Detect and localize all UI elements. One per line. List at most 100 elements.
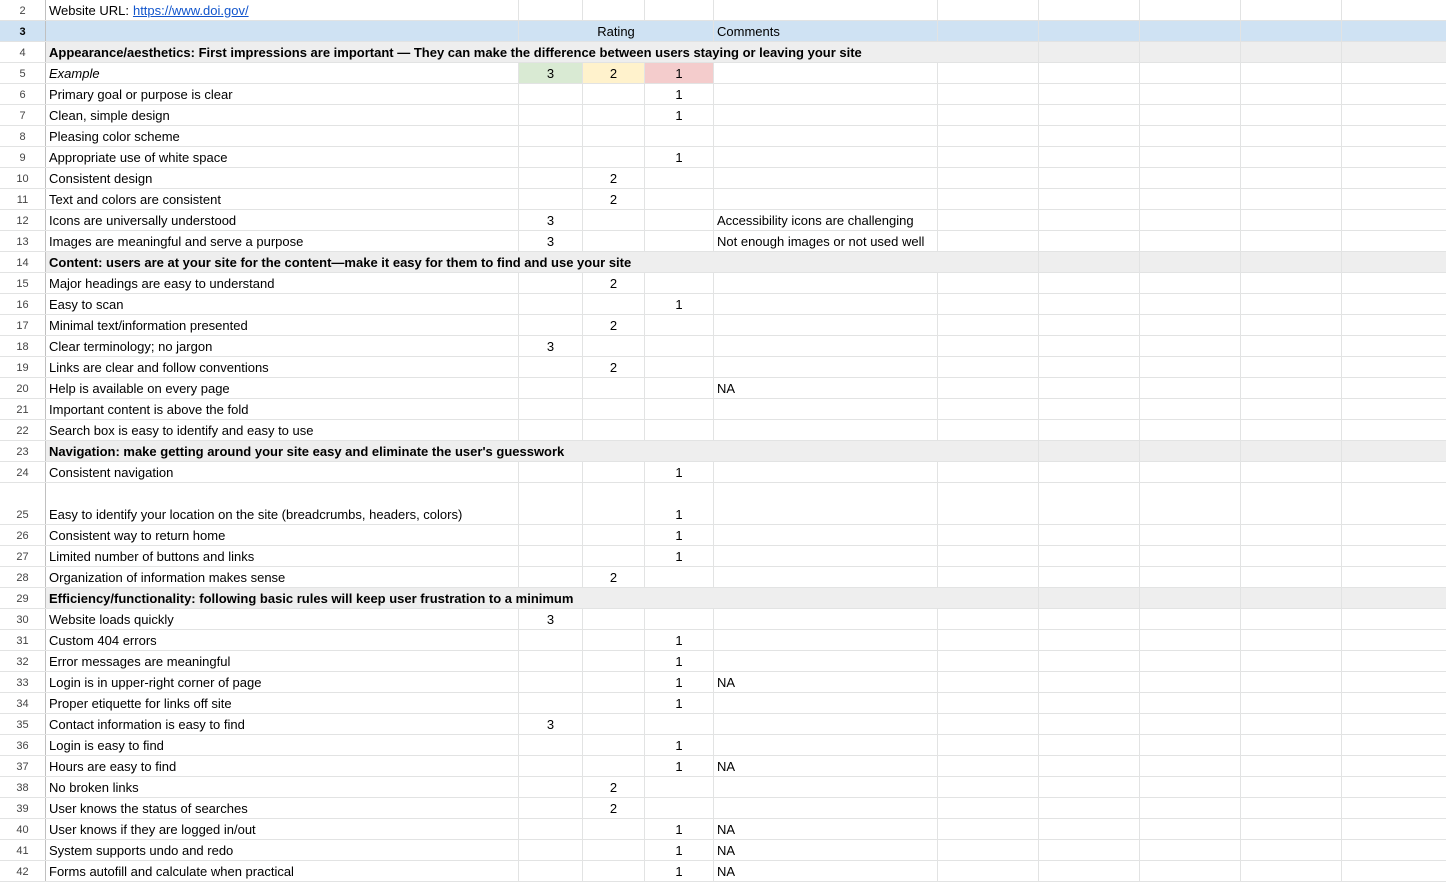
row-number[interactable]: 39 <box>0 798 46 818</box>
rating-2-cell[interactable] <box>583 630 645 650</box>
comment-cell[interactable] <box>714 105 938 125</box>
cell[interactable] <box>519 42 583 62</box>
criterion-label[interactable]: Images are meaningful and serve a purpos… <box>46 231 519 251</box>
row-number[interactable]: 33 <box>0 672 46 692</box>
cell[interactable] <box>714 42 938 62</box>
rating-3-cell[interactable] <box>519 378 583 398</box>
cell[interactable] <box>1140 336 1241 356</box>
cell[interactable] <box>1039 84 1140 104</box>
cell[interactable] <box>583 252 645 272</box>
rating-3-cell[interactable]: 3 <box>519 714 583 734</box>
criterion-label[interactable]: Clear terminology; no jargon <box>46 336 519 356</box>
cell[interactable] <box>519 0 583 20</box>
cell[interactable] <box>938 819 1039 839</box>
rating-2-cell[interactable]: 2 <box>583 315 645 335</box>
cell[interactable] <box>1342 525 1446 545</box>
cell[interactable] <box>1241 189 1342 209</box>
rating-2-cell[interactable]: 2 <box>583 777 645 797</box>
rating-1-cell[interactable]: 1 <box>645 105 714 125</box>
cell[interactable] <box>938 861 1039 881</box>
row-number[interactable]: 11 <box>0 189 46 209</box>
cell[interactable] <box>1342 189 1446 209</box>
cell[interactable] <box>1342 651 1446 671</box>
comment-cell[interactable] <box>714 567 938 587</box>
criterion-label[interactable]: Website loads quickly <box>46 609 519 629</box>
cell[interactable] <box>1241 441 1342 461</box>
rating-1-cell[interactable]: 1 <box>645 651 714 671</box>
cell[interactable] <box>645 0 714 20</box>
cell[interactable] <box>1342 777 1446 797</box>
comment-cell[interactable] <box>714 84 938 104</box>
cell[interactable] <box>1140 378 1241 398</box>
rating-3-cell[interactable] <box>519 819 583 839</box>
cell[interactable] <box>1342 105 1446 125</box>
cell[interactable] <box>1342 273 1446 293</box>
row-number[interactable]: 28 <box>0 567 46 587</box>
rating-1-cell[interactable] <box>645 714 714 734</box>
cell[interactable] <box>1140 357 1241 377</box>
cell[interactable] <box>1039 756 1140 776</box>
rating-1-cell[interactable]: 1 <box>645 819 714 839</box>
cell[interactable] <box>1342 609 1446 629</box>
rating-1-cell[interactable]: 1 <box>645 462 714 482</box>
cell[interactable] <box>938 777 1039 797</box>
row-number[interactable]: 6 <box>0 84 46 104</box>
cell[interactable] <box>1241 336 1342 356</box>
cell[interactable] <box>1140 546 1241 566</box>
cell[interactable] <box>938 441 1039 461</box>
comment-cell[interactable] <box>714 294 938 314</box>
cell[interactable] <box>938 399 1039 419</box>
cell[interactable] <box>1140 420 1241 440</box>
rating-3-cell[interactable] <box>519 777 583 797</box>
cell[interactable] <box>1140 126 1241 146</box>
cell[interactable] <box>1140 105 1241 125</box>
rating-2-cell[interactable] <box>583 609 645 629</box>
cell[interactable] <box>1342 168 1446 188</box>
cell[interactable] <box>1342 462 1446 482</box>
section-title[interactable]: Navigation: make getting around your sit… <box>46 441 564 461</box>
cell[interactable] <box>1039 441 1140 461</box>
cell[interactable] <box>1039 588 1140 608</box>
cell[interactable] <box>1241 294 1342 314</box>
rating-3-cell[interactable] <box>519 357 583 377</box>
rating-3-cell[interactable] <box>519 399 583 419</box>
criterion-label[interactable]: Clean, simple design <box>46 105 519 125</box>
cell[interactable] <box>1140 777 1241 797</box>
cell[interactable] <box>1241 63 1342 83</box>
cell[interactable] <box>1140 651 1241 671</box>
rating-3-cell[interactable] <box>519 756 583 776</box>
criterion-label[interactable]: Login is in upper-right corner of page <box>46 672 519 692</box>
cell[interactable] <box>938 168 1039 188</box>
cell[interactable] <box>1342 210 1446 230</box>
rating-3-cell[interactable]: 3 <box>519 63 583 83</box>
cell[interactable] <box>938 189 1039 209</box>
row-number[interactable]: 36 <box>0 735 46 755</box>
comment-cell[interactable]: NA <box>714 378 938 398</box>
criterion-label[interactable]: Custom 404 errors <box>46 630 519 650</box>
row-number[interactable]: 14 <box>0 252 46 272</box>
comment-cell[interactable] <box>714 735 938 755</box>
cell[interactable] <box>46 21 519 41</box>
cell[interactable] <box>938 630 1039 650</box>
comment-cell[interactable] <box>714 462 938 482</box>
rating-2-cell[interactable] <box>583 231 645 251</box>
cell[interactable] <box>1140 735 1241 755</box>
cell[interactable] <box>1342 63 1446 83</box>
criterion-label[interactable]: Text and colors are consistent <box>46 189 519 209</box>
cell[interactable] <box>938 567 1039 587</box>
cell[interactable] <box>1241 420 1342 440</box>
rating-1-cell[interactable] <box>645 567 714 587</box>
cell[interactable] <box>1241 630 1342 650</box>
row-number[interactable]: 16 <box>0 294 46 314</box>
cell[interactable] <box>1342 420 1446 440</box>
row-number[interactable]: 26 <box>0 525 46 545</box>
rating-2-cell[interactable] <box>583 210 645 230</box>
rating-2-cell[interactable] <box>583 693 645 713</box>
cell[interactable] <box>1039 609 1140 629</box>
rating-2-cell[interactable] <box>583 672 645 692</box>
website-url-cell[interactable]: Website URL: https://www.doi.gov/ <box>46 0 519 20</box>
cell[interactable] <box>583 441 645 461</box>
cell[interactable] <box>1342 0 1446 20</box>
row-number[interactable]: 42 <box>0 861 46 881</box>
rating-3-cell[interactable]: 3 <box>519 231 583 251</box>
